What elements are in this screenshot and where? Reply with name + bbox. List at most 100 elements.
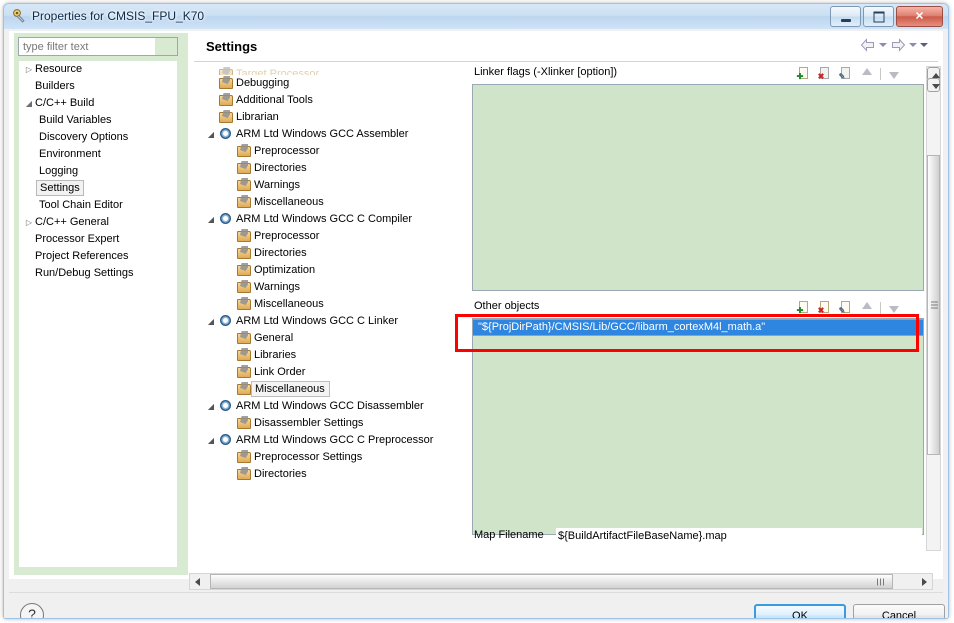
tool-tree-item[interactable]: ◢ ARM Ltd Windows GCC Disassembler <box>204 398 464 415</box>
scroll-left-button[interactable] <box>190 574 206 589</box>
tool-tree-item-label: Miscellaneous <box>251 381 330 397</box>
tool-tree-item[interactable]: Directories <box>204 466 464 483</box>
delete-icon[interactable]: ✖ <box>817 66 833 81</box>
tool-icon <box>236 466 251 480</box>
chevron-down-icon[interactable]: ◢ <box>204 313 218 330</box>
sidebar-item-settings[interactable]: Settings <box>19 180 177 197</box>
tool-icon <box>236 364 251 378</box>
forward-arrow-icon[interactable] <box>890 38 906 52</box>
sidebar-item-environment[interactable]: Environment <box>19 146 177 163</box>
tool-tree-item[interactable]: General <box>204 330 464 347</box>
sidebar-item-project-references[interactable]: Project References <box>19 248 177 265</box>
tool-icon <box>236 160 251 174</box>
edit-icon[interactable]: ✎ <box>838 66 854 81</box>
move-down-icon[interactable] <box>886 300 902 315</box>
horizontal-scroll-thumb[interactable] <box>210 574 893 589</box>
sidebar-item-label: Settings <box>36 180 84 196</box>
window-titlebar[interactable]: Properties for CMSIS_FPU_K70 ✕ <box>4 4 948 30</box>
tool-tree-item[interactable]: Libraries <box>204 347 464 364</box>
delete-icon[interactable]: ✖ <box>817 300 833 315</box>
sidebar-item-label: C/C++ Build <box>35 97 95 109</box>
move-down-icon[interactable] <box>886 66 902 81</box>
filter-clear-area[interactable] <box>155 38 177 55</box>
add-icon[interactable]: ✚ <box>796 300 812 315</box>
settings-horizontal-scrollbar[interactable] <box>189 573 933 590</box>
sidebar-item-c-c-build[interactable]: ◢ C/C++ Build <box>19 95 177 112</box>
tool-tree-item-label: Directories <box>254 162 307 174</box>
tool-icon <box>218 92 233 106</box>
sidebar-item-c-c-general[interactable]: ▷ C/C++ General <box>19 214 177 231</box>
chevron-down-icon[interactable]: ◢ <box>204 211 218 228</box>
cancel-button[interactable]: Cancel <box>853 604 945 618</box>
tool-tree-item[interactable]: ◢ ARM Ltd Windows GCC Assembler <box>204 126 464 143</box>
move-up-icon[interactable] <box>859 66 875 81</box>
list-item[interactable]: "${ProjDirPath}/CMSIS/Lib/GCC/libarm_cor… <box>473 319 923 336</box>
sidebar-item-tool-chain-editor[interactable]: Tool Chain Editor <box>19 197 177 214</box>
sidebar-item-resource[interactable]: ▷ Resource <box>19 61 177 78</box>
settings-page-header: Settings <box>194 33 938 62</box>
tool-tree-item[interactable]: ◢ ARM Ltd Windows GCC C Preprocessor <box>204 432 464 449</box>
map-filename-input[interactable]: ${BuildArtifactFileBaseName}.map <box>556 528 922 545</box>
toolchain-icon <box>218 432 233 446</box>
tool-tree-item[interactable]: Disassembler Settings <box>204 415 464 432</box>
tool-tree-item[interactable]: Miscellaneous <box>204 194 464 211</box>
tool-tree-item[interactable]: Directories <box>204 245 464 262</box>
back-dropdown-icon[interactable] <box>879 43 887 47</box>
tool-tree-item[interactable]: Optimization <box>204 262 464 279</box>
chevron-down-icon[interactable]: ◢ <box>204 126 218 143</box>
tool-settings-tree[interactable]: Target Processor Debugging Additional Tool… <box>204 66 464 551</box>
tool-tree-item-label: Preprocessor <box>254 145 320 157</box>
tool-icon <box>236 279 251 293</box>
filter-input-wrapper[interactable]: type filter text <box>18 37 178 56</box>
tool-tree-item[interactable]: Warnings <box>204 279 464 296</box>
maximize-button[interactable] <box>863 6 894 27</box>
tool-tree-item[interactable]: Preprocessor Settings <box>204 449 464 466</box>
linker-flags-list[interactable] <box>472 84 924 291</box>
view-menu-icon[interactable] <box>920 43 928 47</box>
chevron-down-icon[interactable]: ◢ <box>23 95 35 112</box>
tool-tree-item[interactable]: Directories <box>204 160 464 177</box>
sidebar-item-build-variables[interactable]: Build Variables <box>19 112 177 129</box>
vertical-scroll-thumb[interactable] <box>927 155 940 455</box>
scroll-right-button[interactable] <box>916 574 932 589</box>
tool-tree-item[interactable]: Additional Tools <box>204 92 464 109</box>
chevron-right-icon[interactable]: ▷ <box>23 214 35 231</box>
help-icon[interactable]: ? <box>20 603 44 618</box>
other-objects-list[interactable]: "${ProjDirPath}/CMSIS/Lib/GCC/libarm_cor… <box>472 318 924 535</box>
sidebar-item-logging[interactable]: Logging <box>19 163 177 180</box>
linker-flags-section-header: Linker flags (-Xlinker [option]) ✚ ✖ ✎ <box>472 66 924 83</box>
tool-tree-item[interactable]: Target Processor <box>204 66 464 75</box>
add-icon[interactable]: ✚ <box>796 66 812 81</box>
edit-icon[interactable]: ✎ <box>838 300 854 315</box>
tool-tree-item[interactable]: ◢ ARM Ltd Windows GCC C Linker <box>204 313 464 330</box>
tool-tree-item-label: ARM Ltd Windows GCC C Compiler <box>236 213 413 225</box>
settings-category-panel: type filter text ▷ Resource Builders ◢ C/C+… <box>14 33 188 575</box>
tool-tree-item[interactable]: Warnings <box>204 177 464 194</box>
ok-button[interactable]: OK <box>754 604 846 618</box>
sidebar-item-run-debug-settings[interactable]: Run/Debug Settings <box>19 265 177 282</box>
settings-category-tree[interactable]: ▷ Resource Builders ◢ C/C++ Build Build Vari… <box>18 60 178 568</box>
tool-tree-item[interactable]: Debugging <box>204 75 464 92</box>
tool-tree-item[interactable]: Preprocessor <box>204 143 464 160</box>
sidebar-item-processor-expert[interactable]: Processor Expert <box>19 231 177 248</box>
scroll-down-button[interactable] <box>927 78 940 92</box>
chevron-down-icon[interactable]: ◢ <box>204 432 218 449</box>
tool-tree-item[interactable]: ◢ ARM Ltd Windows GCC C Compiler <box>204 211 464 228</box>
sidebar-item-builders[interactable]: Builders <box>19 78 177 95</box>
settings-vertical-scrollbar[interactable] <box>926 66 941 551</box>
chevron-right-icon[interactable]: ▷ <box>23 61 35 78</box>
move-up-icon[interactable] <box>859 300 875 315</box>
linker-flags-label: Linker flags (-Xlinker [option]) <box>474 66 618 78</box>
tool-tree-item-label: Directories <box>254 468 307 480</box>
minimize-button[interactable] <box>830 6 861 27</box>
close-button[interactable]: ✕ <box>896 6 943 27</box>
chevron-down-icon[interactable]: ◢ <box>204 398 218 415</box>
tool-tree-item[interactable]: Miscellaneous <box>204 296 464 313</box>
tool-tree-item[interactable]: Preprocessor <box>204 228 464 245</box>
forward-dropdown-icon[interactable] <box>909 43 917 47</box>
tool-tree-item[interactable]: Link Order <box>204 364 464 381</box>
tool-tree-item[interactable]: Miscellaneous <box>204 381 464 398</box>
sidebar-item-discovery-options[interactable]: Discovery Options <box>19 129 177 146</box>
back-arrow-icon[interactable] <box>860 38 876 52</box>
tool-tree-item[interactable]: Librarian <box>204 109 464 126</box>
